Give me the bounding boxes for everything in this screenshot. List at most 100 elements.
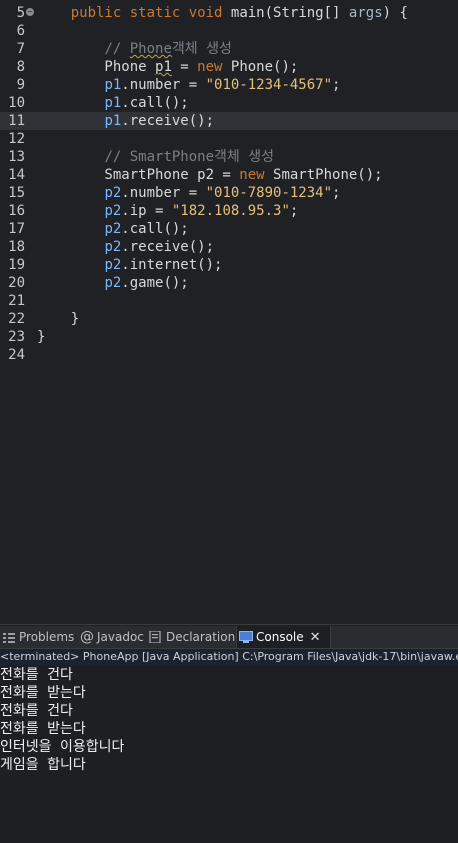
code-token: void [188, 5, 223, 21]
code-token: ; [289, 203, 299, 219]
code-text: } [37, 328, 45, 346]
tab-problems-label: Problems [19, 630, 75, 644]
minus-icon[interactable]: − [26, 8, 34, 16]
tab-console[interactable]: Console ✕ [236, 626, 331, 648]
line-number[interactable]: 22 [0, 310, 25, 328]
line-number[interactable]: 8 [0, 58, 25, 76]
code-line[interactable]: 20 p2.game(); [0, 274, 458, 292]
code-token: ; [332, 77, 341, 93]
code-line[interactable]: 17 p2.call(); [0, 220, 458, 238]
console-output-line: 게임을 합니다 [0, 757, 86, 773]
line-number[interactable]: 16 [0, 202, 25, 220]
code-token: p1 [104, 113, 122, 129]
code-line[interactable]: 15 p2.number = "010-7890-1234"; [0, 184, 458, 202]
line-number[interactable]: 6 [0, 22, 25, 40]
line-number[interactable]: 17 [0, 220, 25, 238]
panel-tab-bar: Problems @ Javadoc Declaration Console ✕ [0, 626, 458, 649]
code-line[interactable]: 16 p2.ip = "182.108.95.3"; [0, 202, 458, 220]
line-number[interactable]: 14 [0, 166, 25, 184]
code-line[interactable]: 8 Phone p1 = new Phone(); [0, 58, 458, 76]
line-number[interactable]: 5 [0, 4, 25, 22]
console-output-line: 전화를 건다 [0, 667, 73, 683]
code-line[interactable]: 24 [0, 346, 458, 364]
code-text: p2.call(); [37, 220, 189, 238]
code-line[interactable]: 6 [0, 22, 458, 40]
code-text: p1.call(); [37, 94, 189, 112]
code-token: new [239, 167, 265, 183]
code-line[interactable]: 18 p2.receive(); [0, 238, 458, 256]
code-text: p1.number = "010-1234-4567"; [37, 76, 340, 94]
tab-console-label: Console [256, 630, 304, 644]
code-token: args [348, 5, 383, 21]
code-line[interactable]: 23} [0, 328, 458, 346]
code-text: p2.number = "010-7890-1234"; [37, 184, 340, 202]
code-token: p2 [104, 239, 122, 255]
code-token: SmartPhone p2 = [37, 167, 240, 183]
line-number[interactable]: 10 [0, 94, 25, 112]
code-line[interactable]: 12 [0, 130, 458, 148]
console-output-line: 전화를 건다 [0, 703, 73, 719]
code-line[interactable]: 14 SmartPhone p2 = new SmartPhone(); [0, 166, 458, 184]
code-line[interactable]: 21 [0, 292, 458, 310]
code-token: .number = [121, 77, 206, 93]
code-line[interactable]: 9 p1.number = "010-1234-4567"; [0, 76, 458, 94]
line-number[interactable]: 12 [0, 130, 25, 148]
line-number[interactable]: 19 [0, 256, 25, 274]
code-token: .ip = [121, 203, 172, 219]
line-number[interactable]: 24 [0, 346, 25, 364]
line-number[interactable]: 20 [0, 274, 25, 292]
code-editor[interactable]: 5− public static void main(String[] args… [0, 0, 458, 624]
tab-declaration[interactable]: Declaration [147, 626, 235, 648]
code-token: .internet(); [121, 257, 223, 273]
code-token: .number = [121, 185, 206, 201]
code-token: // [104, 41, 130, 57]
code-token: .receive(); [121, 239, 215, 255]
console-output-line: 전화를 받는다 [0, 685, 86, 701]
line-number[interactable]: 7 [0, 40, 25, 58]
code-token: main(String[] [222, 5, 349, 21]
code-text: Phone p1 = new Phone(); [37, 58, 298, 76]
code-line[interactable]: 22 } [0, 310, 458, 328]
tab-problems[interactable]: Problems [0, 626, 74, 648]
line-number[interactable]: 9 [0, 76, 25, 94]
code-text: p2.game(); [37, 274, 188, 292]
line-number[interactable]: 21 [0, 292, 25, 310]
code-token: p1 [104, 95, 122, 111]
close-icon[interactable]: ✕ [310, 627, 321, 649]
line-number[interactable]: 13 [0, 148, 25, 166]
line-number[interactable]: 18 [0, 238, 25, 256]
code-text: // Phone객체 생성 [37, 40, 231, 58]
console-output[interactable]: 전화를 건다 전화를 받는다 전화를 건다 전화를 받는다 인터넷을 이용합니다 게임을 … [0, 666, 458, 774]
code-line[interactable]: 19 p2.internet(); [0, 256, 458, 274]
line-number[interactable]: 15 [0, 184, 25, 202]
code-token: // SmartPhone객체 생성 [104, 149, 274, 165]
code-line[interactable]: 11 p1.receive(); [0, 112, 458, 130]
line-number[interactable]: 23 [0, 328, 25, 346]
code-line[interactable]: 13 // SmartPhone객체 생성 [0, 148, 458, 166]
code-token: .call(); [121, 95, 189, 111]
tab-declaration-label: Declaration [166, 630, 236, 644]
code-token: "010-1234-4567" [205, 77, 333, 93]
line-number[interactable]: 11 [0, 112, 25, 130]
code-text: p2.internet(); [37, 256, 222, 274]
code-line[interactable]: 10 p1.call(); [0, 94, 458, 112]
code-text: // SmartPhone객체 생성 [37, 148, 274, 166]
code-token: Phone [129, 41, 172, 57]
code-token: "182.108.95.3" [171, 203, 290, 219]
code-line[interactable]: 7 // Phone객체 생성 [0, 40, 458, 58]
code-line[interactable]: 5− public static void main(String[] args… [0, 4, 458, 22]
code-token: "010-7890-1234" [205, 185, 333, 201]
code-token: .call(); [121, 221, 189, 237]
tab-javadoc[interactable]: @ Javadoc [78, 626, 144, 648]
tab-javadoc-label: Javadoc [97, 630, 144, 644]
